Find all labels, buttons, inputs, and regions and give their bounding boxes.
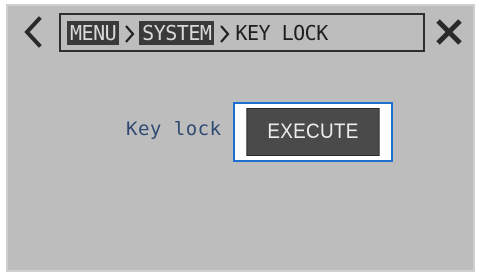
chevron-right-icon	[122, 21, 136, 45]
breadcrumb: MENU SYSTEM KEY LOCK	[59, 13, 425, 52]
chevron-right-icon	[217, 21, 231, 45]
breadcrumb-item-system[interactable]: SYSTEM	[139, 20, 215, 45]
screen: MENU SYSTEM KEY LOCK Key lock EXECUTE	[6, 4, 475, 272]
execute-button[interactable]: EXECUTE	[246, 108, 380, 156]
breadcrumb-item-menu[interactable]: MENU	[67, 20, 120, 45]
breadcrumb-current: KEY LOCK	[235, 20, 328, 45]
key-lock-label: Key lock	[126, 118, 222, 140]
close-x-icon	[436, 19, 462, 45]
execute-focus-frame: EXECUTE	[233, 102, 393, 162]
close-button[interactable]	[429, 12, 469, 52]
chevron-left-icon	[24, 16, 42, 48]
back-button[interactable]	[18, 14, 48, 50]
